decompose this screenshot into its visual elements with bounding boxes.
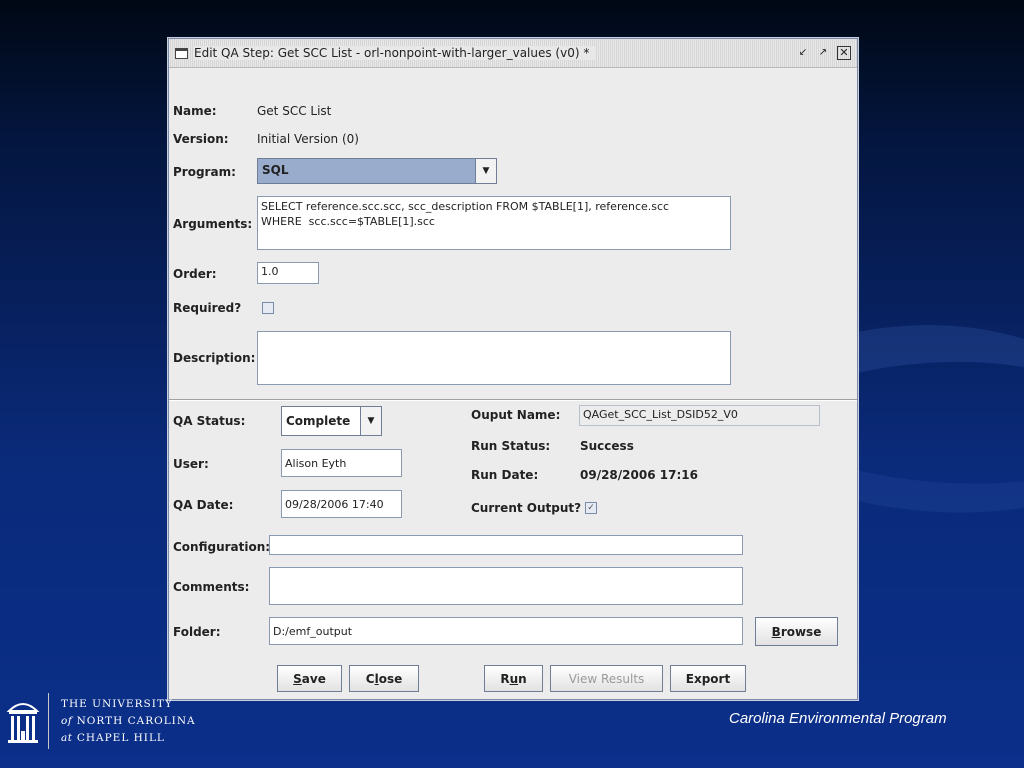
- edit-qa-step-window: Edit QA Step: Get SCC List - orl-nonpoin…: [168, 38, 858, 700]
- close-icon[interactable]: ✕: [837, 46, 851, 60]
- version-label: Version:: [173, 132, 229, 146]
- browse-button[interactable]: Browse: [755, 617, 838, 646]
- chevron-down-icon[interactable]: ▼: [360, 407, 381, 435]
- chevron-down-icon[interactable]: ▼: [475, 159, 496, 183]
- output-name-field[interactable]: QAGet_SCC_List_DSID52_V0: [579, 405, 820, 426]
- version-value: Initial Version (0): [257, 132, 359, 146]
- qa-status-select-value: Complete: [286, 414, 351, 428]
- current-output-label: Current Output?: [471, 501, 582, 515]
- qa-status-select[interactable]: Complete ▼: [281, 406, 382, 436]
- name-value: Get SCC List: [257, 104, 332, 118]
- order-label: Order:: [173, 267, 217, 281]
- close-button[interactable]: Cl ose: [349, 665, 419, 692]
- run-status-value: Success: [580, 439, 634, 453]
- logo-divider: [48, 693, 49, 749]
- description-label: Description:: [173, 351, 256, 365]
- window-title: Edit QA Step: Get SCC List - orl-nonpoin…: [194, 46, 596, 60]
- arguments-textarea[interactable]: SELECT reference.scc.scc, scc_descriptio…: [257, 196, 731, 250]
- description-textarea[interactable]: [257, 331, 731, 385]
- arguments-label: Arguments:: [173, 217, 253, 231]
- user-label: User:: [173, 457, 209, 471]
- title-bar[interactable]: Edit QA Step: Get SCC List - orl-nonpoin…: [169, 39, 857, 68]
- program-select[interactable]: SQL ▼: [257, 158, 497, 184]
- order-field[interactable]: 1.0: [257, 262, 319, 284]
- user-field[interactable]: Alison Eyth: [281, 449, 402, 477]
- run-date-value: 09/28/2006 17:16: [580, 468, 698, 482]
- old-well-icon: [6, 703, 40, 743]
- save-button[interactable]: Save: [277, 665, 342, 692]
- name-label: Name:: [173, 104, 217, 118]
- section-divider: [169, 399, 857, 401]
- program-label: Program:: [173, 165, 236, 179]
- run-button[interactable]: Run: [484, 665, 543, 692]
- comments-label: Comments:: [173, 580, 250, 594]
- window-icon: [175, 47, 188, 59]
- configuration-field[interactable]: [269, 535, 743, 555]
- run-status-label: Run Status:: [471, 439, 551, 453]
- comments-textarea[interactable]: [269, 567, 743, 605]
- view-results-button[interactable]: View Results: [550, 665, 663, 692]
- configuration-label: Configuration:: [173, 540, 271, 554]
- current-output-checkbox[interactable]: ✓: [585, 502, 597, 514]
- maximize-icon[interactable]: ↗: [817, 47, 829, 59]
- folder-field[interactable]: D:/emf_output: [269, 617, 743, 645]
- check-icon: ✓: [587, 503, 595, 513]
- minimize-icon[interactable]: ↙: [797, 47, 809, 59]
- program-select-value: SQL: [258, 159, 475, 183]
- unc-logo: THE UNIVERSITY of NORTH CAROLINA at CHAP…: [6, 693, 196, 749]
- university-name: THE UNIVERSITY of NORTH CAROLINA at CHAP…: [61, 697, 196, 744]
- required-label: Required?: [173, 301, 242, 315]
- qa-date-label: QA Date:: [173, 498, 234, 512]
- folder-label: Folder:: [173, 625, 221, 639]
- footer-program-name: Carolina Environmental Program: [729, 710, 947, 727]
- run-date-label: Run Date:: [471, 468, 539, 482]
- output-name-label: Ouput Name:: [471, 408, 561, 422]
- qa-date-field[interactable]: 09/28/2006 17:40: [281, 490, 402, 518]
- required-checkbox[interactable]: [262, 302, 274, 314]
- export-button[interactable]: Export: [670, 665, 746, 692]
- qa-status-label: QA Status:: [173, 414, 246, 428]
